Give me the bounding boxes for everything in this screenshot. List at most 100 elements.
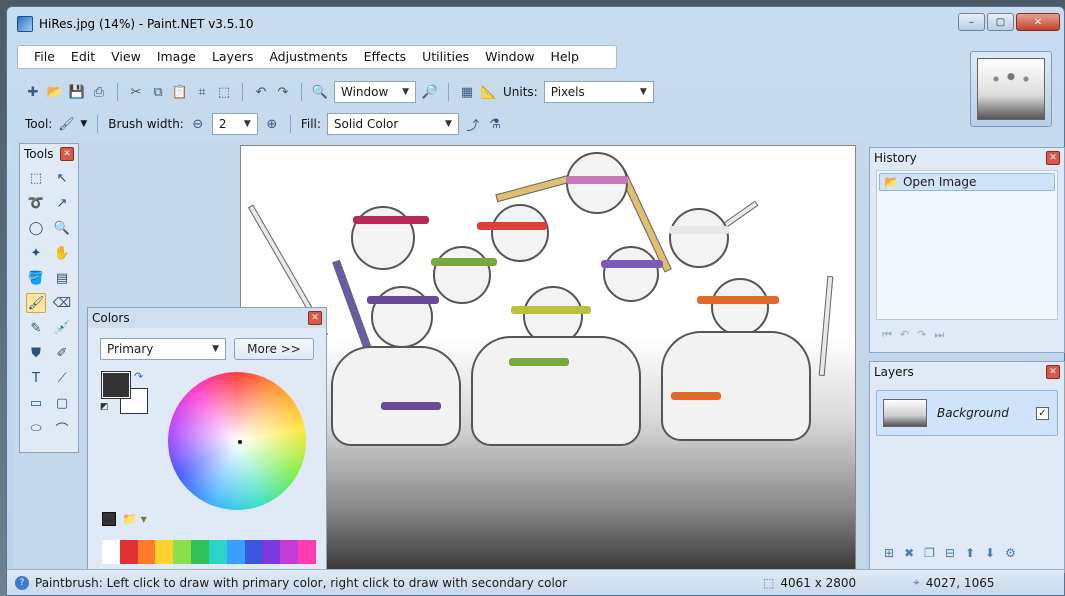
delete-layer-icon[interactable]: ✖ xyxy=(904,546,914,560)
color-wheel[interactable] xyxy=(168,372,306,510)
close-icon[interactable]: ✕ xyxy=(308,311,322,325)
palette-color[interactable] xyxy=(137,540,156,564)
magic-wand-icon[interactable]: ✦ xyxy=(26,243,46,263)
menu-layers[interactable]: Layers xyxy=(204,46,261,68)
brush-width-select[interactable]: 2 ▼ xyxy=(211,113,258,135)
grid-icon[interactable]: ▦ xyxy=(459,84,475,100)
palette-color[interactable] xyxy=(280,540,299,564)
ellipse-select-icon[interactable]: ◯ xyxy=(26,218,46,238)
colors-panel-header[interactable]: Colors ✕ xyxy=(88,308,326,328)
units-select[interactable]: Pixels ▼ xyxy=(543,81,654,103)
palette-color[interactable] xyxy=(226,540,245,564)
zoom-out-icon[interactable]: 🔍 xyxy=(312,84,328,100)
text-icon[interactable]: T xyxy=(26,368,46,388)
clone-stamp-icon[interactable]: ⛊ xyxy=(26,343,46,363)
recolor-icon[interactable]: ✐ xyxy=(52,343,72,363)
rectangle-icon[interactable]: ▭ xyxy=(26,393,46,413)
undo-icon[interactable]: ↶ xyxy=(253,84,269,100)
line-curve-icon[interactable]: ⟋ xyxy=(52,368,72,388)
pan-icon[interactable]: ✋ xyxy=(52,243,72,263)
zoom-select[interactable]: Window ▼ xyxy=(334,81,416,103)
paintbrush-tool-icon[interactable]: 🖌 xyxy=(26,293,46,313)
menu-image[interactable]: Image xyxy=(149,46,204,68)
gradient-icon[interactable]: ▤ xyxy=(52,268,72,288)
freeform-shape-icon[interactable]: ⌒ xyxy=(52,418,72,438)
palette-color[interactable] xyxy=(191,540,209,564)
decrease-icon[interactable]: ⊖ xyxy=(190,116,206,132)
move-selected-icon[interactable]: ↗ xyxy=(52,193,72,213)
move-layer-up-icon[interactable]: ⬆ xyxy=(965,546,975,560)
crop-icon[interactable]: ⌗ xyxy=(194,84,210,100)
palette-color[interactable] xyxy=(262,540,281,564)
palette-color[interactable] xyxy=(155,540,174,564)
image-canvas[interactable] xyxy=(240,145,856,571)
history-item[interactable]: 📂 Open Image xyxy=(879,173,1055,191)
rewind-icon[interactable]: ⏮ xyxy=(882,328,892,342)
palette-color[interactable] xyxy=(298,540,316,564)
title-bar[interactable]: HiRes.jpg (14%) - Paint.NET v3.5.10 – ▢ … xyxy=(7,7,1064,41)
menu-help[interactable]: Help xyxy=(542,46,587,68)
palette-color[interactable] xyxy=(244,540,263,564)
color-mode-select[interactable]: Primary ▼ xyxy=(100,338,226,360)
primary-color-swatch[interactable] xyxy=(101,371,131,399)
swap-colors-icon[interactable]: ↷ xyxy=(134,370,143,383)
blend-mode-icon[interactable]: ⚗ xyxy=(487,116,503,132)
menu-edit[interactable]: Edit xyxy=(63,46,103,68)
ruler-icon[interactable]: 📐 xyxy=(481,84,497,100)
new-icon[interactable]: ✚ xyxy=(25,84,41,100)
copy-icon[interactable]: ⧉ xyxy=(150,84,166,100)
palette-color[interactable] xyxy=(173,540,192,564)
deselect-icon[interactable]: ⬚ xyxy=(216,84,232,100)
more-button[interactable]: More >> xyxy=(234,338,314,360)
pencil-icon[interactable]: ✎ xyxy=(26,318,46,338)
merge-layer-icon[interactable]: ⊟ xyxy=(945,546,955,560)
menu-file[interactable]: File xyxy=(26,46,63,68)
layer-visibility-checkbox[interactable]: ✓ xyxy=(1036,406,1049,420)
chevron-down-icon[interactable]: ▼ xyxy=(80,119,87,129)
close-icon[interactable]: ✕ xyxy=(60,147,74,161)
lasso-select-icon[interactable]: ➰ xyxy=(26,193,46,213)
duplicate-layer-icon[interactable]: ❐ xyxy=(924,546,935,560)
reset-colors-icon[interactable]: ◩ xyxy=(100,402,109,412)
move-layer-down-icon[interactable]: ⬇ xyxy=(985,546,995,560)
rounded-rectangle-icon[interactable]: ▢ xyxy=(52,393,72,413)
antialias-icon[interactable]: ⤴ xyxy=(465,116,481,134)
move-selection-icon[interactable]: ↖ xyxy=(52,168,72,188)
add-layer-icon[interactable]: ⊞ xyxy=(884,546,894,560)
tools-panel-header[interactable]: Tools ✕ xyxy=(20,144,78,164)
paintbrush-icon[interactable]: 🖌 xyxy=(58,116,75,132)
menu-view[interactable]: View xyxy=(103,46,149,68)
history-panel-header[interactable]: History ✕ xyxy=(870,148,1064,168)
close-icon[interactable]: ✕ xyxy=(1046,151,1060,165)
ellipse-icon[interactable]: ⬭ xyxy=(26,418,46,438)
fast-forward-icon[interactable]: ⏭ xyxy=(934,328,944,342)
menu-adjustments[interactable]: Adjustments xyxy=(261,46,355,68)
palette-color[interactable] xyxy=(102,540,120,564)
palette-swatch-icon[interactable] xyxy=(102,512,116,526)
close-button[interactable]: ✕ xyxy=(1016,13,1060,31)
image-thumbnail[interactable] xyxy=(970,51,1052,127)
cut-icon[interactable]: ✂ xyxy=(128,84,144,100)
palette-menu-icon[interactable]: 📁 ▾ xyxy=(122,512,147,526)
paste-icon[interactable]: 📋 xyxy=(172,84,188,100)
increase-icon[interactable]: ⊕ xyxy=(264,116,280,132)
menu-effects[interactable]: Effects xyxy=(356,46,415,68)
paint-bucket-icon[interactable]: 🪣 xyxy=(26,268,46,288)
print-icon[interactable]: ⎙ xyxy=(91,84,107,100)
layer-row[interactable]: Background ✓ xyxy=(876,390,1058,436)
menu-utilities[interactable]: Utilities xyxy=(414,46,477,68)
layers-panel-header[interactable]: Layers ✕ xyxy=(870,362,1064,382)
open-icon[interactable]: 📂 xyxy=(47,84,63,100)
zoom-icon[interactable]: 🔍 xyxy=(52,218,72,238)
menu-window[interactable]: Window xyxy=(477,46,542,68)
maximize-button[interactable]: ▢ xyxy=(987,13,1014,31)
palette-color[interactable] xyxy=(208,540,227,564)
redo-icon[interactable]: ↷ xyxy=(275,84,291,100)
close-icon[interactable]: ✕ xyxy=(1046,365,1060,379)
palette-color[interactable] xyxy=(119,540,138,564)
undo-history-icon[interactable]: ↶ xyxy=(900,328,909,342)
layer-properties-icon[interactable]: ⚙ xyxy=(1005,546,1016,560)
redo-history-icon[interactable]: ↷ xyxy=(917,328,926,342)
color-picker-icon[interactable]: 💉 xyxy=(52,318,72,338)
fill-select[interactable]: Solid Color ▼ xyxy=(326,113,459,135)
